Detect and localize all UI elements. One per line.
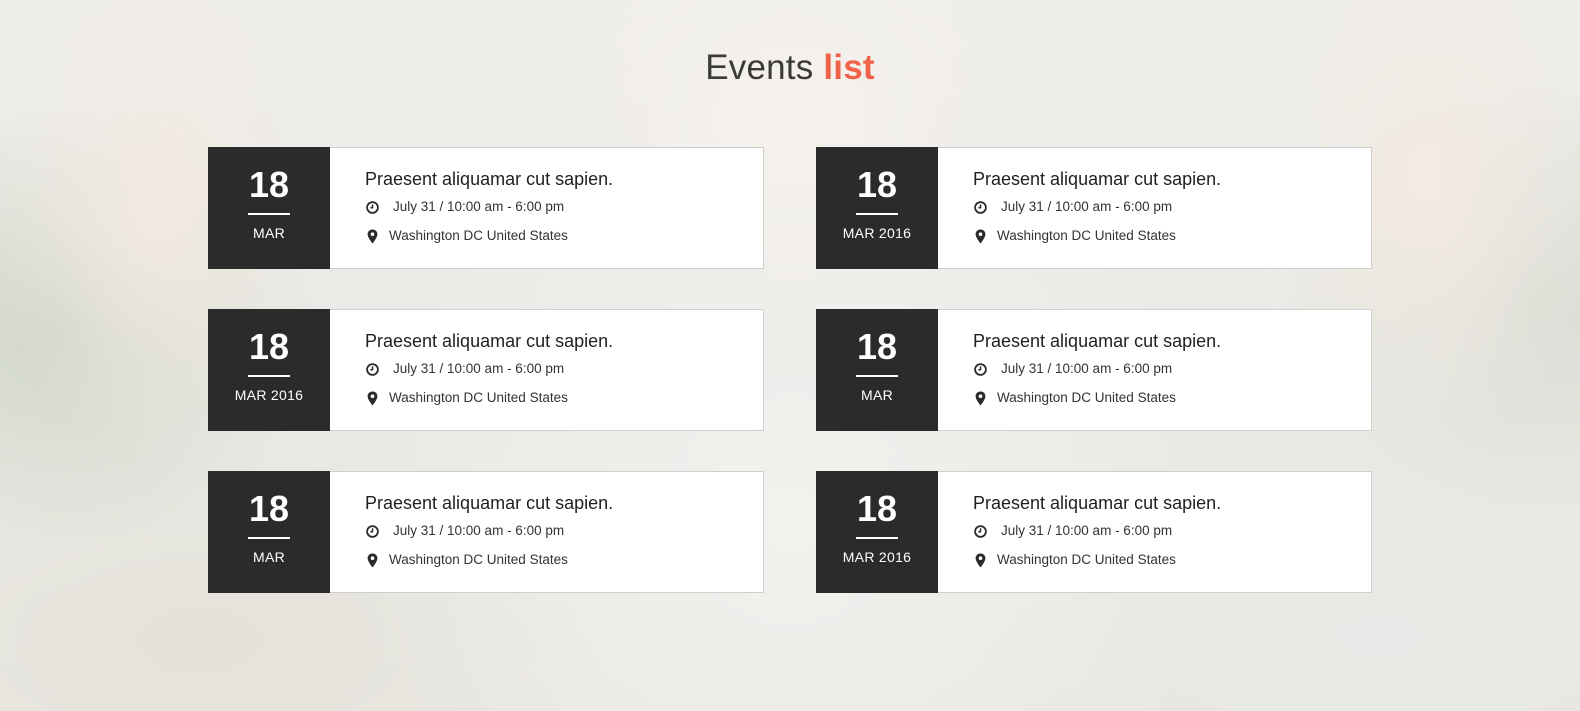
event-date-box: 18 MAR [816,309,938,431]
event-title[interactable]: Praesent aliquamar cut sapien. [365,331,613,351]
section-heading: Events list [0,48,1580,88]
event-card[interactable]: 18 MAR 2016 Praesent aliquamar cut sapie… [208,309,764,431]
date-divider [248,213,290,215]
event-title[interactable]: Praesent aliquamar cut sapien. [973,331,1221,351]
clock-icon [365,523,379,539]
event-day: 18 [856,164,898,205]
event-month: MAR [860,387,893,403]
clock-icon [973,523,987,539]
event-title[interactable]: Praesent aliquamar cut sapien. [365,493,613,513]
event-location-row: Washington DC United States [365,228,613,244]
event-location: Washington DC United States [997,228,1176,243]
event-time-row: July 31 / 10:00 am - 6:00 pm [973,361,1221,377]
event-time-row: July 31 / 10:00 am - 6:00 pm [365,199,613,215]
event-info: Praesent aliquamar cut sapien. July 31 /… [330,310,613,430]
event-month: MAR 2016 [842,225,912,241]
event-location-row: Washington DC United States [365,552,613,568]
clock-icon [973,361,987,377]
event-location: Washington DC United States [997,552,1176,567]
event-time-row: July 31 / 10:00 am - 6:00 pm [365,361,613,377]
map-pin-icon [365,390,379,406]
event-title[interactable]: Praesent aliquamar cut sapien. [365,169,613,189]
event-time: July 31 / 10:00 am - 6:00 pm [393,361,565,376]
event-location: Washington DC United States [997,390,1176,405]
event-info: Praesent aliquamar cut sapien. July 31 /… [938,472,1221,592]
event-location-row: Washington DC United States [973,552,1221,568]
map-pin-icon [973,552,987,568]
clock-icon [365,199,379,215]
event-time-row: July 31 / 10:00 am - 6:00 pm [973,523,1221,539]
event-location-row: Washington DC United States [973,390,1221,406]
event-day: 18 [856,326,898,367]
event-title[interactable]: Praesent aliquamar cut sapien. [973,493,1221,513]
event-date-box: 18 MAR [208,471,330,593]
event-time-row: July 31 / 10:00 am - 6:00 pm [365,523,613,539]
event-info: Praesent aliquamar cut sapien. July 31 /… [330,148,613,268]
events-grid: 18 MAR Praesent aliquamar cut sapien. Ju… [208,147,1372,593]
event-day: 18 [248,326,290,367]
event-card[interactable]: 18 MAR Praesent aliquamar cut sapien. Ju… [816,309,1372,431]
event-info: Praesent aliquamar cut sapien. July 31 /… [330,472,613,592]
event-time-row: July 31 / 10:00 am - 6:00 pm [973,199,1221,215]
event-month: MAR 2016 [234,387,304,403]
heading-main: Events [705,48,814,87]
event-time: July 31 / 10:00 am - 6:00 pm [1001,199,1173,214]
date-divider [856,213,898,215]
date-divider [248,375,290,377]
event-title[interactable]: Praesent aliquamar cut sapien. [973,169,1221,189]
event-date-box: 18 MAR 2016 [208,309,330,431]
event-location: Washington DC United States [389,228,568,243]
event-date-box: 18 MAR 2016 [816,147,938,269]
date-divider [248,537,290,539]
event-time: July 31 / 10:00 am - 6:00 pm [393,523,565,538]
event-time: July 31 / 10:00 am - 6:00 pm [1001,523,1173,538]
map-pin-icon [973,390,987,406]
event-time: July 31 / 10:00 am - 6:00 pm [1001,361,1173,376]
heading-accent: list [823,48,875,87]
map-pin-icon [973,228,987,244]
map-pin-icon [365,552,379,568]
event-location: Washington DC United States [389,390,568,405]
map-pin-icon [365,228,379,244]
event-date-box: 18 MAR 2016 [816,471,938,593]
clock-icon [365,361,379,377]
event-info: Praesent aliquamar cut sapien. July 31 /… [938,310,1221,430]
event-day: 18 [856,488,898,529]
event-time: July 31 / 10:00 am - 6:00 pm [393,199,565,214]
clock-icon [973,199,987,215]
event-info: Praesent aliquamar cut sapien. July 31 /… [938,148,1221,268]
event-day: 18 [248,164,290,205]
event-card[interactable]: 18 MAR Praesent aliquamar cut sapien. Ju… [208,471,764,593]
date-divider [856,375,898,377]
event-month: MAR [252,225,285,241]
event-location-row: Washington DC United States [973,228,1221,244]
event-location: Washington DC United States [389,552,568,567]
event-location-row: Washington DC United States [365,390,613,406]
event-date-box: 18 MAR [208,147,330,269]
event-card[interactable]: 18 MAR 2016 Praesent aliquamar cut sapie… [816,471,1372,593]
event-card[interactable]: 18 MAR 2016 Praesent aliquamar cut sapie… [816,147,1372,269]
event-month: MAR 2016 [842,549,912,565]
event-day: 18 [248,488,290,529]
date-divider [856,537,898,539]
event-card[interactable]: 18 MAR Praesent aliquamar cut sapien. Ju… [208,147,764,269]
event-month: MAR [252,549,285,565]
